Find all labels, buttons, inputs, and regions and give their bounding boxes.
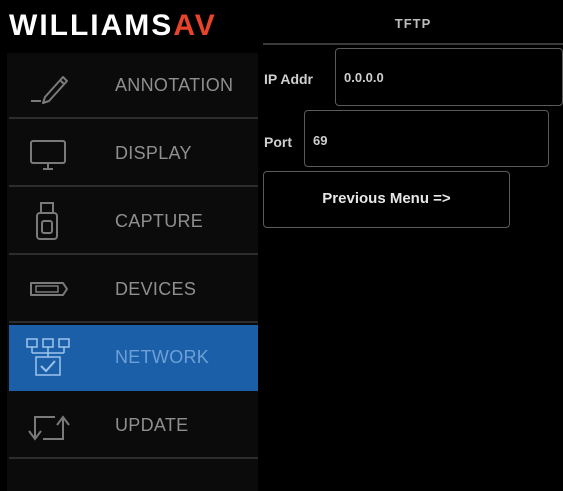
sidebar-item-label: NETWORK xyxy=(115,347,210,367)
sidebar-item-label: DEVICES xyxy=(115,279,197,299)
sidebar-item-devices[interactable]: DEVICES xyxy=(9,257,258,323)
divider xyxy=(263,43,563,45)
sidebar-item-display[interactable]: DISPLAY xyxy=(9,121,258,187)
update-arrows-icon xyxy=(28,415,70,441)
previous-menu-button[interactable]: Previous Menu => xyxy=(263,171,510,228)
port-label: Port xyxy=(264,134,292,150)
sidebar-item-network[interactable]: NETWORK xyxy=(9,325,258,391)
logo-text: WILLIAMS xyxy=(9,9,174,42)
ip-addr-field[interactable]: 0.0.0.0 xyxy=(335,48,563,106)
monitor-icon xyxy=(30,140,66,170)
ip-addr-label: IP Addr xyxy=(264,71,314,87)
sidebar-item-label: ANNOTATION xyxy=(115,75,234,95)
usb-drive-icon xyxy=(36,202,58,240)
sidebar-item-label: CAPTURE xyxy=(115,211,204,231)
sidebar-item-capture[interactable]: CAPTURE xyxy=(9,189,258,255)
sidebar-item-update[interactable]: UPDATE xyxy=(9,393,258,459)
tftp-panel: TFTP IP Addr 0.0.0.0 Port 69 Previous Me… xyxy=(263,7,563,491)
port-value: 69 xyxy=(313,133,328,148)
serial-port-icon xyxy=(30,282,68,296)
ip-addr-value: 0.0.0.0 xyxy=(344,70,384,85)
app-window: WILLIAMSAV ANNOTATION DISPLAY CAPTURE DE… xyxy=(7,7,563,491)
sidebar-item-annotation[interactable]: ANNOTATION xyxy=(9,53,258,119)
logo-accent-text: AV xyxy=(173,9,217,42)
sidebar-item-label: UPDATE xyxy=(115,415,189,435)
williams-av-logo: WILLIAMSAV xyxy=(9,9,259,43)
pen-icon xyxy=(31,76,68,104)
sidebar: ANNOTATION DISPLAY CAPTURE DEVICES NETWO… xyxy=(7,53,258,491)
port-field[interactable]: 69 xyxy=(304,110,549,167)
network-icon xyxy=(26,338,70,376)
panel-title: TFTP xyxy=(394,16,432,31)
sidebar-item-label: DISPLAY xyxy=(115,143,192,163)
